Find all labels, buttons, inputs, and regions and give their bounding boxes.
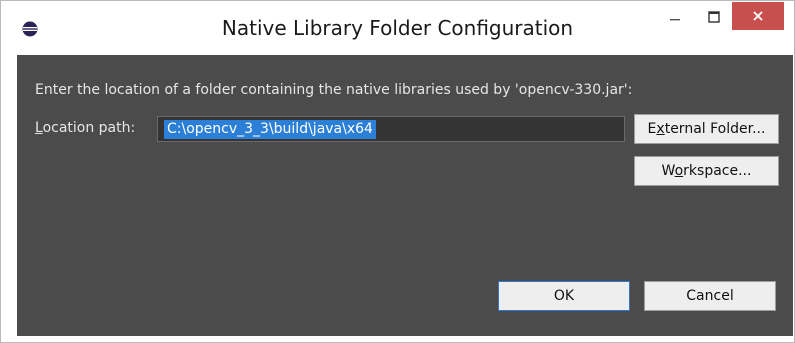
external-label-post: ternal Folder... (664, 121, 766, 137)
location-path-label: Location path: (35, 120, 135, 136)
location-path-value: C:\opencv_3_3\build\java\x64 (164, 120, 376, 139)
close-button[interactable] (732, 2, 784, 30)
workspace-label-post: rkspace... (683, 163, 752, 179)
dialog-body: Enter the location of a folder containin… (17, 55, 793, 336)
description-text: Enter the location of a folder containin… (35, 82, 633, 98)
workspace-label-mnemonic: o (674, 163, 684, 179)
native-library-dialog: Native Library Folder Configuration Ente… (0, 0, 795, 343)
close-icon (752, 7, 764, 26)
location-label-mnemonic: L (35, 120, 43, 136)
external-label-mnemonic: x (656, 121, 665, 137)
minimize-icon (669, 8, 681, 27)
ok-button[interactable]: OK (498, 281, 630, 311)
workspace-button[interactable]: Workspace... (634, 156, 779, 186)
maximize-icon (708, 8, 720, 27)
workspace-label-pre: W (661, 163, 675, 179)
external-folder-button[interactable]: External Folder... (634, 114, 779, 144)
title-bar[interactable]: Native Library Folder Configuration (1, 1, 794, 55)
minimize-button[interactable] (653, 2, 697, 32)
cancel-button[interactable]: Cancel (644, 281, 776, 311)
maximize-button[interactable] (699, 2, 729, 32)
location-path-input[interactable]: C:\opencv_3_3\build\java\x64 (157, 116, 625, 142)
location-label-rest: ocation path: (42, 120, 136, 136)
dialog-footer (1, 336, 794, 342)
